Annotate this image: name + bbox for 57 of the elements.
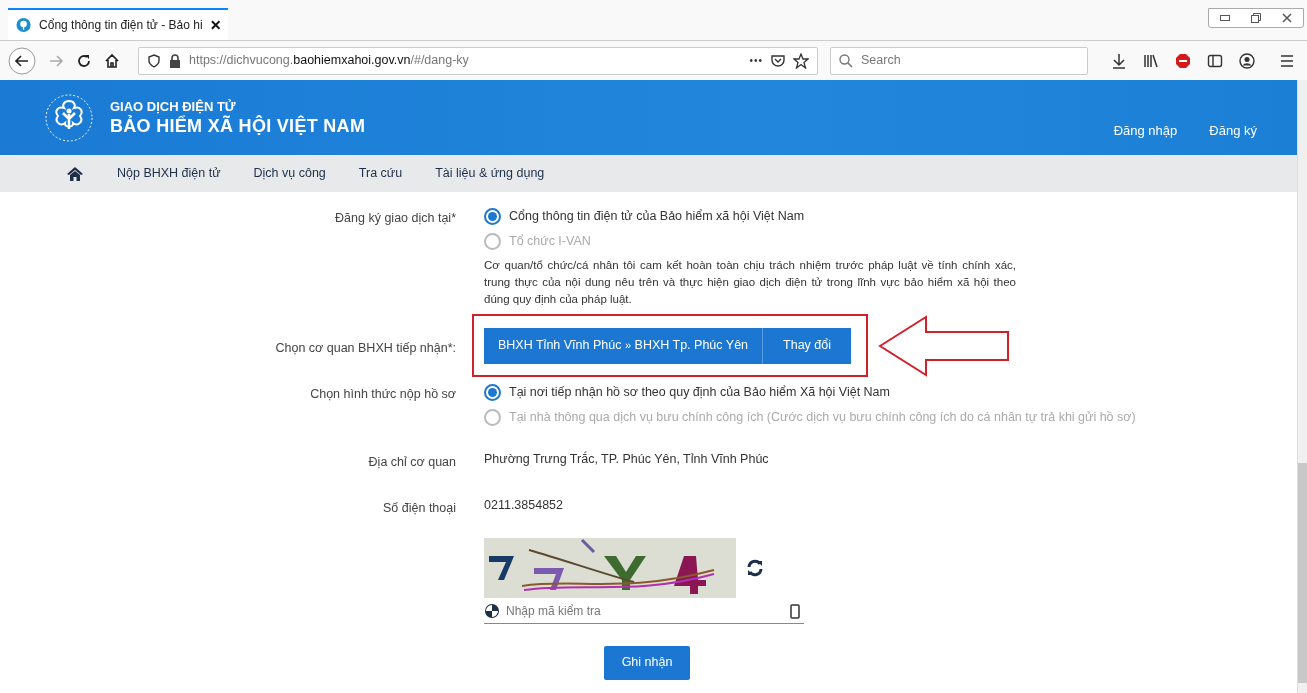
captcha-input[interactable]: Nhập mã kiểm tra bbox=[484, 599, 804, 624]
radio-label: Tại nơi tiếp nhận hồ sơ theo quy định của Bảo hiểm Xã hội Việt Nam bbox=[509, 384, 890, 402]
radio-label: Cổng thông tin điện tử của Bảo hiểm xã hội Việt Nam bbox=[509, 208, 805, 226]
phone-icon bbox=[790, 603, 800, 619]
tab-title: Cổng thông tin điện tử - Bảo hi bbox=[39, 17, 203, 34]
radio-label: Tại nhà thông qua dịch vụ bưu chính công ích (Cước dịch vụ bưu chính công ích do cá nhân tự trả khi gửi hồ sơ) bbox=[509, 409, 1136, 427]
logo-icon bbox=[44, 92, 94, 143]
url-text: https://dichvucong.baohiemxahoi.gov.vn/#/dang-ky bbox=[189, 52, 469, 70]
lock-icon bbox=[169, 53, 181, 68]
nav-link[interactable]: Tra cứu bbox=[358, 164, 403, 183]
commitment-text: Cơ quan/tổ chức/cá nhân tôi cam kết hoàn toàn chịu trách nhiệm trước pháp luật về tính chính xác, trung thực của nội dung nêu trên và thực hiện giao dịch điện tử trong lĩnh vực bảo hiểm xã hội theo đúng quy định của pháp luật. bbox=[484, 258, 1016, 307]
close-icon[interactable] bbox=[1282, 13, 1293, 23]
back-icon[interactable] bbox=[8, 46, 36, 75]
header-link[interactable]: Đăng ký bbox=[1209, 120, 1257, 141]
refresh-icon[interactable] bbox=[746, 558, 764, 577]
radio-button[interactable] bbox=[484, 409, 501, 426]
pocket-icon[interactable] bbox=[771, 53, 785, 68]
submit-button[interactable]: Ghi nhận bbox=[604, 645, 690, 680]
field-label: Đăng ký giao dịch tại* bbox=[335, 210, 456, 227]
scrollbar[interactable] bbox=[1297, 80, 1307, 693]
radio-label: Tổ chức I-VAN bbox=[509, 233, 591, 251]
phone-value: 0211.3854852 bbox=[484, 496, 565, 514]
field-label: Địa chỉ cơ quan bbox=[368, 454, 456, 471]
radio-button[interactable] bbox=[484, 233, 501, 250]
field-label: Số điện thoại bbox=[383, 499, 456, 517]
restore-icon[interactable] bbox=[1251, 13, 1261, 23]
menu-icon[interactable] bbox=[1279, 52, 1295, 69]
radio-button[interactable] bbox=[484, 384, 501, 401]
header-link[interactable]: Đăng nhập bbox=[1113, 120, 1178, 141]
nav-link[interactable]: Tài liệu & ứng dụng bbox=[435, 164, 545, 183]
search-field[interactable]: Search bbox=[830, 46, 1088, 75]
change-button[interactable]: Thay đổi bbox=[763, 327, 851, 364]
nav-link[interactable]: Nộp BHXH điện tử bbox=[117, 164, 221, 183]
library-icon[interactable] bbox=[1143, 52, 1159, 69]
browser-tab[interactable]: Cổng thông tin điện tử - Bảo hi bbox=[8, 8, 228, 40]
home-icon[interactable] bbox=[104, 52, 120, 69]
download-icon[interactable] bbox=[1111, 52, 1127, 69]
field-label: Chọn cơ quan BHXH tiếp nhận*: bbox=[275, 339, 456, 357]
close-icon[interactable] bbox=[210, 20, 220, 30]
arrow-icon bbox=[878, 314, 1010, 377]
sidebar-icon[interactable] bbox=[1207, 52, 1223, 69]
adblock-icon[interactable] bbox=[1175, 52, 1191, 69]
home-icon[interactable] bbox=[66, 165, 84, 182]
search-icon bbox=[839, 53, 853, 68]
radio-button[interactable] bbox=[484, 208, 501, 225]
nav-link[interactable]: Dịch vụ công bbox=[253, 164, 326, 183]
header-subtitle: GIAO DỊCH ĐIỆN TỬ bbox=[110, 98, 237, 115]
more-icon[interactable]: ••• bbox=[749, 53, 763, 68]
address-bar[interactable]: https://dichvucong.baohiemxahoi.gov.vn/#/dang-ky ••• bbox=[138, 46, 818, 75]
reload-icon[interactable] bbox=[76, 52, 92, 69]
field-label: Chọn hình thức nộp hồ sơ bbox=[310, 386, 456, 403]
header-title: BẢO HIỂM XÃ HỘI VIỆT NAM bbox=[110, 114, 366, 137]
address-value: Phường Trưng Trắc, TP. Phúc Yên, Tỉnh Vĩnh Phúc bbox=[484, 450, 770, 468]
agency-select-button[interactable]: BHXH Tỉnh Vĩnh Phúc » BHXH Tp. Phúc Yên bbox=[484, 327, 764, 364]
account-icon[interactable] bbox=[1239, 52, 1255, 69]
star-icon[interactable] bbox=[793, 52, 809, 69]
minimize-icon[interactable] bbox=[1219, 15, 1230, 21]
